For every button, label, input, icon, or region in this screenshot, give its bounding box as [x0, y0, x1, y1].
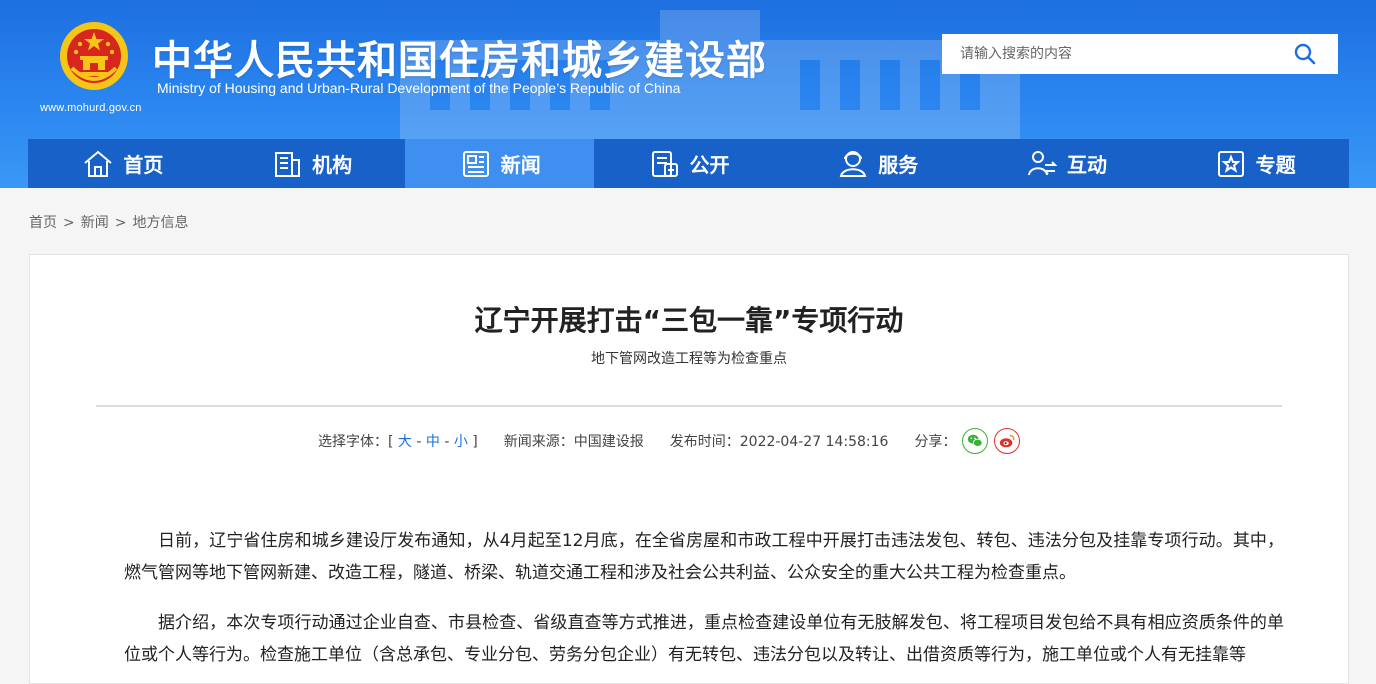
nav-item-service[interactable]: 服务 — [783, 139, 972, 188]
nav-item-public[interactable]: 公开 — [594, 139, 783, 188]
nav-item-label: 专题 — [1255, 153, 1296, 177]
font-bracket-close: ] — [472, 434, 478, 450]
font-medium-link[interactable]: 中 — [426, 434, 440, 450]
star-icon — [1217, 150, 1244, 177]
nav-item-interact[interactable]: 互动 — [972, 139, 1161, 188]
article-paragraph: 据介绍，本次专项行动通过企业自查、市县检查、省级直查等方式推进，重点检查建设单位… — [124, 613, 1284, 665]
nav-item-label: 首页 — [123, 153, 164, 177]
breadcrumb: 首页 > 新闻 > 地方信息 — [29, 212, 188, 232]
font-size-selector: 选择字体：[ 大 - 中 - 小 ] — [318, 434, 478, 450]
nav-item-label: 互动 — [1066, 153, 1107, 177]
publish-date: 发布时间：2022-04-27 14:58:16 — [669, 434, 889, 450]
news-source: 新闻来源：中国建设报 — [503, 434, 644, 450]
site-header: www.mohurd.gov.cn 中华人民共和国住房和城乡建设部 Minist… — [0, 0, 1376, 188]
font-bracket-open: [ — [388, 434, 394, 450]
font-size-label: 选择字体： — [318, 434, 388, 450]
article-meta: 选择字体：[ 大 - 中 - 小 ] 新闻来源：中国建设报 发布时间：2022-… — [318, 428, 1021, 454]
breadcrumb-local-info[interactable]: 地方信息 — [132, 215, 188, 231]
breadcrumb-separator: > — [63, 215, 75, 231]
search-input[interactable] — [942, 34, 1282, 74]
building-icon — [275, 151, 301, 177]
search-box — [942, 34, 1338, 74]
nav-item-organization[interactable]: 机构 — [217, 139, 406, 188]
service-icon — [839, 150, 867, 177]
breadcrumb-home[interactable]: 首页 — [29, 215, 57, 231]
main-nav: 首页 机构 新闻 公开 服务 互动 专题 — [28, 139, 1349, 188]
nav-item-label: 公开 — [689, 153, 730, 177]
interact-icon — [1027, 150, 1058, 175]
national-emblem-icon — [60, 22, 128, 90]
nav-item-special[interactable]: 专题 — [1160, 139, 1349, 188]
share-label: 分享： — [914, 434, 957, 450]
newspaper-icon — [462, 150, 489, 177]
document-icon — [651, 150, 678, 177]
nav-item-label: 新闻 — [500, 153, 541, 177]
site-url: www.mohurd.gov.cn — [40, 102, 142, 114]
breadcrumb-news[interactable]: 新闻 — [81, 215, 109, 231]
article-subtitle: 地下管网改造工程等为检查重点 — [591, 351, 787, 367]
nav-item-label: 机构 — [312, 153, 353, 177]
article-paragraph: 日前，辽宁省住房和城乡建设厅发布通知，从4月起至12月底，在全省房屋和市政工程中… — [124, 531, 1284, 583]
nav-item-home[interactable]: 首页 — [28, 139, 217, 188]
article-title: 辽宁开展打击“三包一靠”专项行动 — [474, 304, 904, 337]
font-small-link[interactable]: 小 — [454, 434, 468, 450]
article-card: 辽宁开展打击“三包一靠”专项行动 地下管网改造工程等为检查重点 选择字体：[ 大… — [29, 254, 1349, 684]
home-icon — [84, 150, 113, 177]
wechat-icon — [968, 434, 984, 447]
search-icon[interactable] — [1294, 43, 1316, 65]
nav-item-news[interactable]: 新闻 — [405, 139, 595, 188]
weibo-share-icon[interactable] — [994, 428, 1021, 454]
weibo-icon — [1000, 434, 1015, 448]
site-title-cn: 中华人民共和国住房和城乡建设部 — [152, 38, 767, 84]
site-title-en: Ministry of Housing and Urban-Rural Deve… — [157, 80, 681, 96]
nav-item-label: 服务 — [878, 153, 919, 177]
wechat-share-icon[interactable] — [962, 428, 989, 454]
breadcrumb-separator: > — [114, 215, 127, 231]
font-large-link[interactable]: 大 — [398, 434, 412, 450]
divider — [96, 405, 1282, 407]
